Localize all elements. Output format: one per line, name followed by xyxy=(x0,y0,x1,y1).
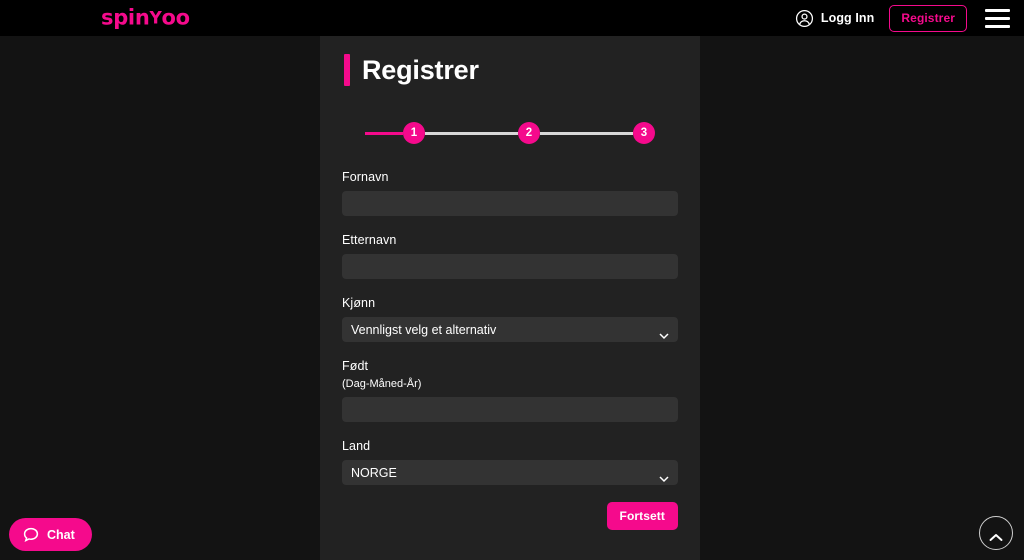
birth-date-input[interactable] xyxy=(342,397,678,422)
country-label: Land xyxy=(342,439,371,453)
step-indicator-3[interactable]: 3 xyxy=(633,122,655,144)
field-country: Land NORGE xyxy=(342,439,678,485)
hamburger-bar-1 xyxy=(985,8,1010,12)
last-name-input[interactable] xyxy=(342,254,678,279)
field-gender: Kjønn Vennligst velg et alternativ xyxy=(342,296,678,342)
step-indicator-1[interactable]: 1 xyxy=(403,122,425,144)
hamburger-bar-3 xyxy=(985,24,1010,28)
login-label: Logg Inn xyxy=(820,11,875,25)
page-title-row: Registrer xyxy=(344,54,700,86)
title-accent-bar xyxy=(344,54,350,86)
step-line-2-3 xyxy=(540,131,633,135)
page-title: Registrer xyxy=(362,54,479,85)
birth-date-sublabel: (Dag-Måned-År) xyxy=(342,378,422,390)
chat-label: Chat xyxy=(47,527,75,542)
header-actions: Logg Inn Registrer xyxy=(795,0,1010,36)
logo-text-y: Y xyxy=(149,8,162,29)
field-last-name: Etternavn xyxy=(342,233,678,279)
first-name-label: Fornavn xyxy=(342,170,389,184)
registration-panel: Registrer 1 2 3 Fornavn Etternavn Kjønn xyxy=(320,36,700,560)
registration-form: Fornavn Etternavn Kjønn Vennligst velg e… xyxy=(320,170,700,530)
field-birth-date: Født (Dag-Måned-År) xyxy=(342,359,678,422)
site-logo[interactable]: spinYoo xyxy=(101,5,191,30)
first-name-input[interactable] xyxy=(342,191,678,216)
birth-date-label: Født xyxy=(342,359,369,373)
submit-row: Fortsett xyxy=(342,502,678,530)
gender-select-wrap: Vennligst velg et alternativ xyxy=(342,317,678,342)
continue-button[interactable]: Fortsett xyxy=(606,502,678,530)
registration-stepper: 1 2 3 xyxy=(320,118,700,148)
logo-text-part1: spin xyxy=(101,5,150,30)
login-button[interactable]: Logg Inn xyxy=(795,9,875,28)
chat-bubble-icon xyxy=(23,527,39,543)
hamburger-bar-2 xyxy=(985,16,1010,20)
step-line-1-2 xyxy=(425,131,518,135)
page-root: spinYoo Logg Inn Registrer Registrer 1 2… xyxy=(0,0,1024,560)
country-select-wrap: NORGE xyxy=(342,460,678,485)
step-line-lead xyxy=(365,131,403,135)
site-header: spinYoo Logg Inn Registrer xyxy=(0,0,1024,36)
scroll-to-top-button[interactable] xyxy=(979,516,1013,550)
chat-widget-button[interactable]: Chat xyxy=(9,518,92,551)
gender-label: Kjønn xyxy=(342,296,376,310)
last-name-label: Etternavn xyxy=(342,233,397,247)
step-indicator-2[interactable]: 2 xyxy=(518,122,540,144)
chevron-up-icon xyxy=(989,529,1003,541)
register-button[interactable]: Registrer xyxy=(889,4,967,32)
hamburger-menu-icon[interactable] xyxy=(985,8,1010,28)
field-first-name: Fornavn xyxy=(342,170,678,216)
gender-select[interactable]: Vennligst velg et alternativ xyxy=(342,317,678,342)
country-select[interactable]: NORGE xyxy=(342,460,678,485)
logo-text-part2: oo xyxy=(161,5,191,30)
user-circle-icon xyxy=(795,9,814,28)
